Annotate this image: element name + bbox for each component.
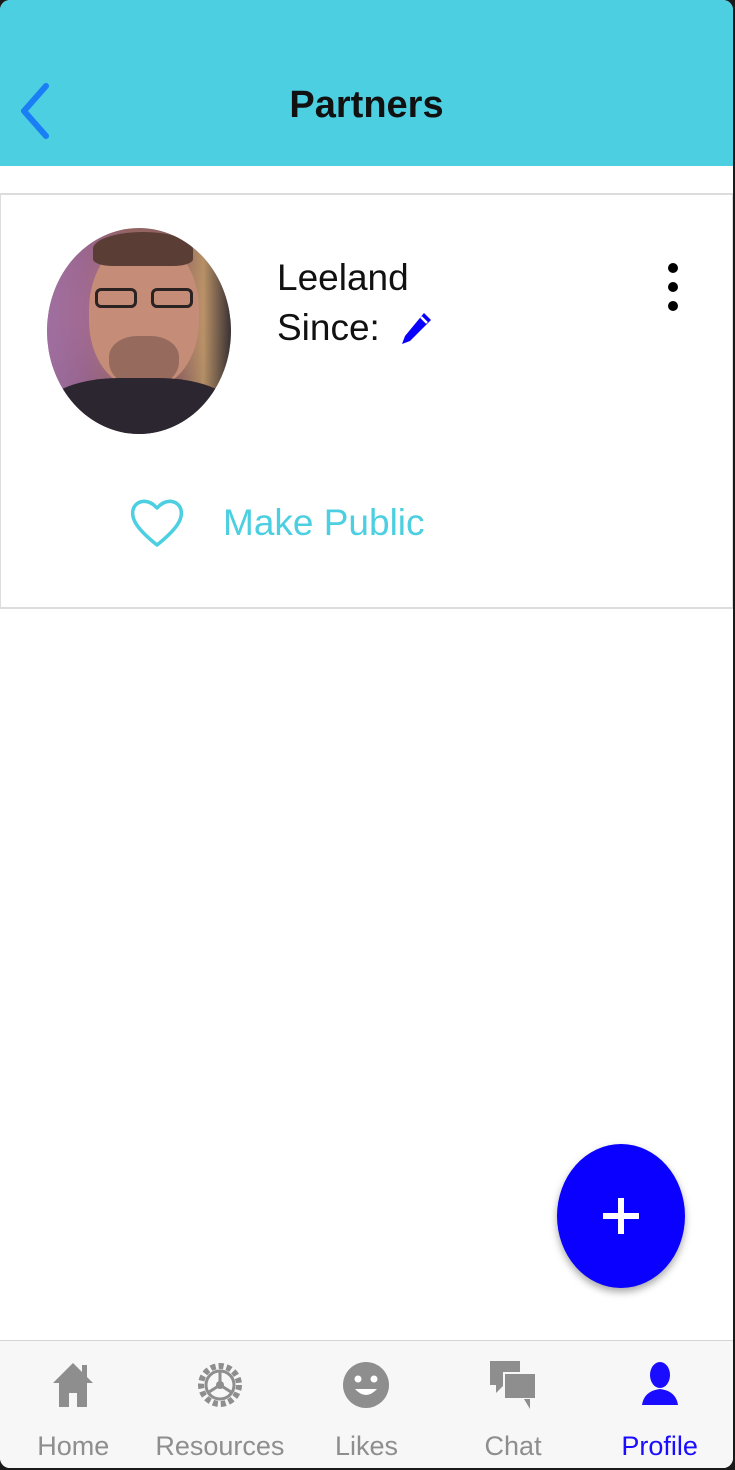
- smiley-icon: [343, 1362, 390, 1408]
- tab-home[interactable]: Home: [0, 1341, 147, 1468]
- more-dot: [668, 301, 678, 311]
- tab-chat[interactable]: Chat: [440, 1341, 587, 1468]
- app-screen: Partners Leeland Since: Make Public Home…: [0, 0, 733, 1468]
- avatar[interactable]: [47, 228, 231, 434]
- chat-bubbles-icon: [490, 1361, 538, 1409]
- more-options-button[interactable]: [653, 257, 693, 317]
- tab-resources[interactable]: Resources: [147, 1341, 294, 1468]
- edit-since-button[interactable]: [398, 308, 436, 348]
- tab-label: Chat: [484, 1431, 542, 1461]
- since-label: Since:: [277, 307, 380, 348]
- plus-icon: [603, 1198, 639, 1234]
- more-dot: [668, 263, 678, 273]
- home-icon: [53, 1363, 94, 1407]
- page-title: Partners: [289, 84, 444, 126]
- heart-icon: [130, 499, 184, 547]
- tab-label: Home: [37, 1431, 110, 1461]
- more-dot: [668, 282, 678, 292]
- since-row: Since:: [277, 307, 436, 349]
- person-icon: [641, 1362, 678, 1405]
- tab-label: Likes: [334, 1431, 398, 1461]
- tab-label: Resources: [155, 1431, 285, 1461]
- tab-profile[interactable]: Profile: [586, 1341, 733, 1468]
- gear-icon: [197, 1363, 242, 1407]
- make-public-label: Make Public: [223, 502, 425, 543]
- tab-label: Profile: [621, 1431, 698, 1461]
- add-partner-button[interactable]: [557, 1144, 685, 1288]
- header-bar: Partners: [0, 0, 733, 166]
- partner-card: Leeland Since: Make Public: [0, 193, 733, 609]
- tab-likes[interactable]: Likes: [293, 1341, 440, 1468]
- bottom-tab-bar: Home Resources Likes Chat Profile: [0, 1340, 733, 1468]
- pencil-icon: [401, 313, 431, 344]
- partner-name: Leeland: [277, 257, 409, 298]
- make-public-button[interactable]: Make Public: [127, 493, 425, 553]
